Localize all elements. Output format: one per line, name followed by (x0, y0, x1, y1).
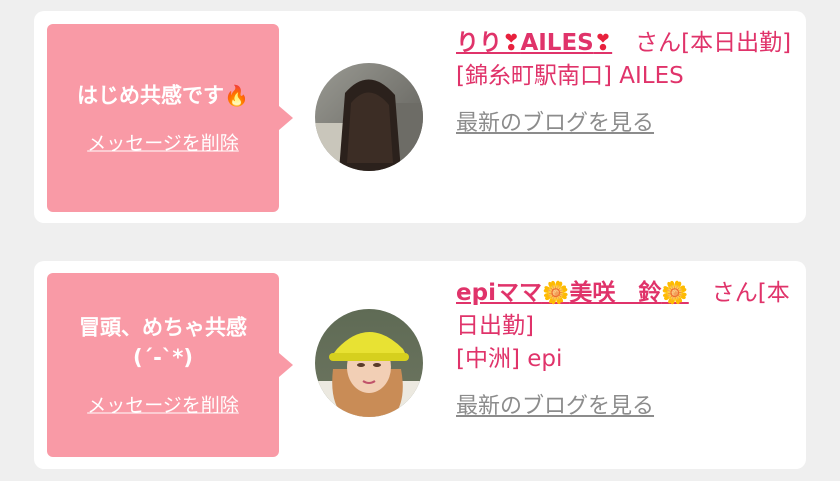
sunflower-icon: 🌼 (661, 281, 689, 306)
cast-info: りり❣AILES❣ さん[本日出勤] [錦糸町駅南口] AILES 最新のブログ… (456, 27, 796, 140)
message-card: はじめ共感です🔥 メッセージを削除 りり❣AILES❣ さん[本日出勤] [錦糸… (34, 11, 806, 223)
cast-status: さん[本日出勤] (612, 30, 792, 56)
shop-name: [錦糸町駅南口] AILES (456, 63, 684, 89)
delete-message-link[interactable]: メッセージを削除 (87, 391, 239, 418)
message-card: 冒頭、めちゃ共感 (´-`*) メッセージを削除 epiママ� (34, 261, 806, 469)
latest-blog-link[interactable]: 最新のブログを見る (456, 390, 654, 423)
message-bubble: はじめ共感です🔥 メッセージを削除 (47, 24, 293, 212)
sunflower-icon: 🌼 (541, 281, 570, 306)
message-text: 冒頭、めちゃ共感 (´-`*) (79, 315, 247, 370)
cast-name-link[interactable]: epiママ🌼美咲 鈴🌼 (456, 280, 689, 306)
heart-exclamation-icon: ❣ (502, 31, 521, 56)
cast-info: epiママ🌼美咲 鈴🌼 さん[本日出勤] [中洲] epi 最新のブログを見る (456, 277, 796, 423)
cast-name-link[interactable]: りり❣AILES❣ (456, 30, 612, 56)
latest-blog-link[interactable]: 最新のブログを見る (456, 107, 654, 140)
shop-name: [中洲] epi (456, 346, 563, 372)
avatar[interactable] (315, 309, 423, 417)
fire-icon: 🔥 (224, 83, 249, 108)
heart-exclamation-icon: ❣ (593, 31, 613, 56)
avatar[interactable] (315, 63, 423, 171)
message-text: はじめ共感です🔥 (77, 83, 249, 108)
message-bubble: 冒頭、めちゃ共感 (´-`*) メッセージを削除 (47, 273, 293, 457)
delete-message-link[interactable]: メッセージを削除 (87, 129, 239, 156)
